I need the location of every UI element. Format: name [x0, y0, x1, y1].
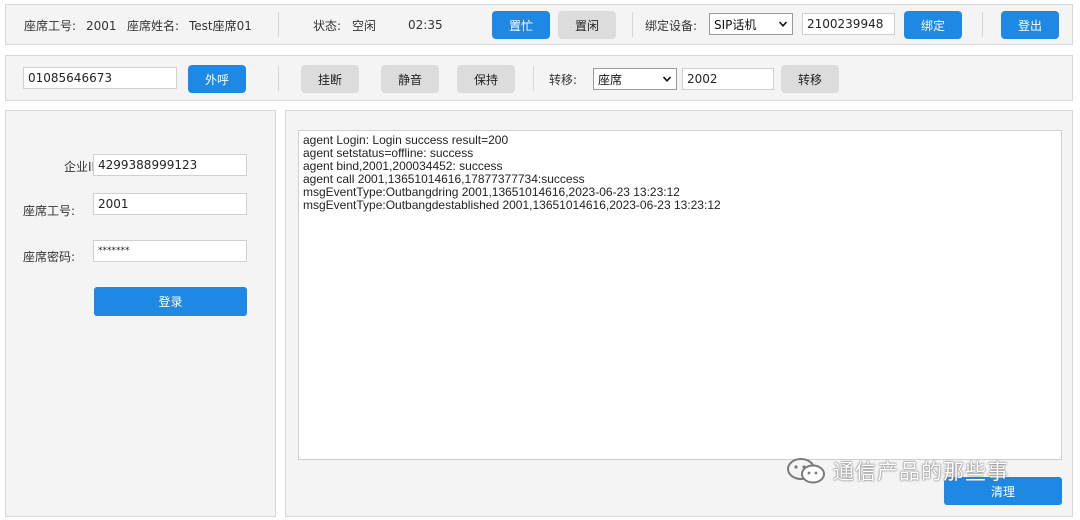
status-label: 状态:: [313, 19, 342, 33]
logout-button[interactable]: 登出: [1001, 11, 1059, 39]
watermark-text: 通信产品的那些事: [833, 460, 1009, 484]
dial-number-input[interactable]: [23, 67, 177, 89]
hold-button[interactable]: 保持: [457, 65, 515, 93]
divider: [278, 12, 279, 37]
status-value: 空闲: [352, 19, 377, 33]
transfer-type-select[interactable]: 座席: [593, 68, 677, 90]
agent-name-value: Test座席01: [189, 19, 252, 33]
watermark: 通信产品的那些事: [785, 456, 1009, 486]
agent-id-value: 2001: [86, 19, 117, 33]
divider: [632, 12, 633, 37]
bind-device-label: 绑定设备:: [645, 19, 698, 33]
transfer-type-value: 座席: [598, 72, 623, 87]
hangup-button[interactable]: 挂断: [301, 65, 359, 93]
chevron-down-icon: [778, 21, 788, 27]
divider: [278, 66, 279, 91]
divider: [982, 12, 983, 37]
wechat-icon: [787, 458, 825, 484]
password-label: 座席密码:: [23, 250, 76, 264]
set-idle-button[interactable]: 置闲: [558, 11, 616, 39]
device-select-value: SIP话机: [714, 17, 757, 32]
call-timer: 02:35: [408, 18, 443, 32]
agent-id-label: 座席工号:: [24, 19, 77, 33]
transfer-button[interactable]: 转移: [781, 65, 839, 93]
password-input[interactable]: [93, 240, 247, 262]
event-log: agent Login: Login success result=200 ag…: [298, 130, 1062, 460]
device-number-input[interactable]: [802, 13, 895, 35]
bind-device-button[interactable]: 绑定: [904, 11, 962, 39]
outbound-call-button[interactable]: 外呼: [188, 65, 246, 93]
log-line: msgEventType:Outbangdestablished 2001,13…: [303, 198, 721, 212]
login-button[interactable]: 登录: [94, 287, 247, 316]
agent-id-input[interactable]: [93, 193, 247, 215]
transfer-label: 转移:: [549, 73, 578, 87]
divider: [533, 66, 534, 91]
set-busy-button[interactable]: 置忙: [492, 11, 550, 39]
device-select[interactable]: SIP话机: [709, 13, 793, 35]
agent-name-label: 座席姓名:: [127, 19, 180, 33]
company-id-input[interactable]: [93, 154, 247, 176]
agent-id-field-label: 座席工号:: [23, 204, 76, 218]
transfer-target-input[interactable]: [682, 68, 774, 90]
chevron-down-icon: [662, 76, 672, 82]
mute-button[interactable]: 静音: [381, 65, 439, 93]
